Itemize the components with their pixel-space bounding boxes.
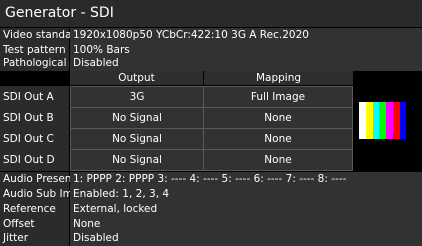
audio-presence-value[interactable]: 1: PPPP 2: PPPP 3: ---- 4: ---- 5: ---- … bbox=[70, 172, 422, 187]
reference-row[interactable]: Reference External, locked bbox=[0, 202, 422, 217]
color-bar-2 bbox=[365, 102, 373, 139]
sdi-out-c-mapping[interactable]: None bbox=[203, 128, 353, 150]
sdi-out-a-mapping[interactable]: Full Image bbox=[203, 86, 353, 108]
reference-label: Reference bbox=[0, 202, 69, 217]
color-bar-7 bbox=[399, 102, 407, 139]
mapping-column-header: Mapping bbox=[204, 71, 353, 85]
pathological-label: Pathological bbox=[0, 56, 69, 71]
panel-title: Generator - SDI bbox=[0, 0, 422, 27]
generator-sdi-panel: Generator - SDI Video standard 1920x1080… bbox=[0, 0, 422, 246]
jitter-label: Jitter bbox=[0, 231, 69, 246]
offset-row[interactable]: Offset None bbox=[0, 217, 422, 232]
color-bar-1 bbox=[359, 102, 366, 139]
offset-value[interactable]: None bbox=[70, 217, 422, 232]
jitter-value[interactable]: Disabled bbox=[70, 231, 422, 246]
sdi-out-c-output[interactable]: No Signal bbox=[70, 128, 204, 150]
color-bar-5 bbox=[386, 102, 393, 139]
sdi-out-c-label: SDI Out C bbox=[0, 128, 69, 150]
audio-sub-images-label: Audio Sub Images bbox=[0, 187, 98, 202]
sdi-out-b-output[interactable]: No Signal bbox=[70, 107, 204, 129]
color-bar-6 bbox=[392, 102, 400, 139]
pathological-row[interactable]: Pathological Disabled bbox=[0, 56, 422, 71]
sdi-out-d-mapping[interactable]: None bbox=[203, 149, 353, 171]
audio-presence-label: Audio Presence bbox=[0, 172, 84, 187]
audio-presence-row[interactable]: Audio Presence 1: PPPP 2: PPPP 3: ---- 4… bbox=[0, 172, 422, 187]
sdi-out-a-label: SDI Out A bbox=[0, 86, 69, 108]
pathological-value[interactable]: Disabled bbox=[70, 56, 422, 71]
sdi-out-b-mapping[interactable]: None bbox=[203, 107, 353, 129]
offset-label: Offset bbox=[0, 217, 69, 232]
sdi-out-d-output[interactable]: No Signal bbox=[70, 149, 204, 171]
color-bar-3 bbox=[372, 102, 380, 139]
reference-value[interactable]: External, locked bbox=[70, 202, 422, 217]
video-standard-value[interactable]: 1920x1080p50 YCbCr:422:10 3G A Rec.2020 bbox=[70, 28, 422, 43]
test-pattern-thumbnail bbox=[359, 102, 413, 139]
sdi-out-a-output[interactable]: 3G bbox=[70, 86, 204, 108]
audio-sub-images-row[interactable]: Audio Sub Images Enabled: 1, 2, 3, 4 bbox=[0, 187, 422, 202]
jitter-row[interactable]: Jitter Disabled bbox=[0, 231, 422, 246]
sdi-out-b-label: SDI Out B bbox=[0, 107, 69, 129]
color-bar-4 bbox=[379, 102, 386, 139]
output-column-header: Output bbox=[70, 71, 203, 85]
sdi-out-d-label: SDI Out D bbox=[0, 149, 69, 171]
audio-sub-images-value[interactable]: Enabled: 1, 2, 3, 4 bbox=[70, 187, 422, 202]
video-standard-row[interactable]: Video standard 1920x1080p50 YCbCr:422:10… bbox=[0, 28, 422, 43]
color-bar-8 bbox=[406, 102, 413, 139]
video-standard-label: Video standard bbox=[0, 28, 82, 43]
